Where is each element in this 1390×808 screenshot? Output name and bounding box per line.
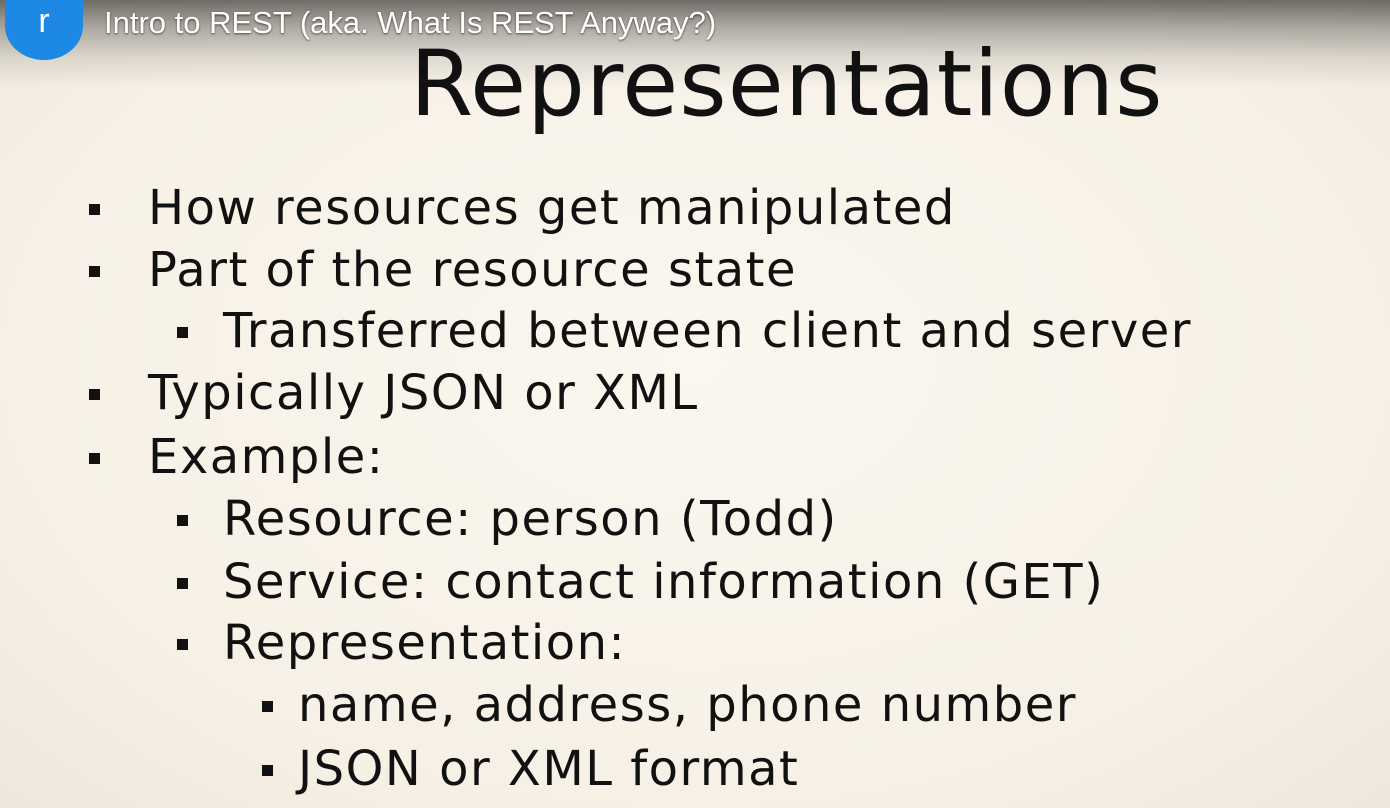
bullet-text: Resource: person (Todd) — [223, 491, 838, 547]
bullet-marker — [262, 765, 273, 776]
bullet-text: Part of the resource state — [148, 242, 798, 298]
bullet-item: Service: contact information (GET) — [177, 552, 1105, 612]
bullet-item: How resources get manipulated — [89, 178, 956, 238]
bullet-item: Transferred between client and server — [177, 301, 1193, 361]
video-title[interactable]: Intro to REST (aka. What Is REST Anyway?… — [104, 4, 716, 42]
bullet-marker — [177, 327, 188, 338]
bullet-text: Example: — [148, 429, 385, 485]
bullet-item: Part of the resource state — [89, 240, 798, 300]
bullet-item: Representation: — [177, 613, 627, 673]
bullet-item: JSON or XML format — [262, 739, 800, 799]
bullet-item: Resource: person (Todd) — [177, 489, 838, 549]
bullet-item: name, address, phone number — [262, 675, 1078, 735]
bullet-text: JSON or XML format — [298, 741, 800, 797]
bullet-item: Typically JSON or XML — [89, 363, 699, 423]
bullet-marker — [89, 204, 100, 215]
bullet-text: Service: contact information (GET) — [223, 554, 1105, 610]
bullet-text: Representation: — [223, 615, 627, 671]
bullet-marker — [89, 389, 100, 400]
bullet-text: Transferred between client and server — [223, 303, 1193, 359]
bullet-marker — [262, 701, 273, 712]
bullet-marker — [89, 266, 100, 277]
bullet-text: Typically JSON or XML — [148, 365, 699, 421]
bullet-text: name, address, phone number — [298, 677, 1078, 733]
bullet-marker — [177, 578, 188, 589]
bullet-marker — [177, 639, 188, 650]
bullet-marker — [89, 453, 100, 464]
bullet-text: How resources get manipulated — [148, 180, 956, 236]
video-frame[interactable]: Representations How resources get manipu… — [0, 0, 1390, 808]
bullet-item: Example: — [89, 427, 385, 487]
bullet-marker — [177, 515, 188, 526]
